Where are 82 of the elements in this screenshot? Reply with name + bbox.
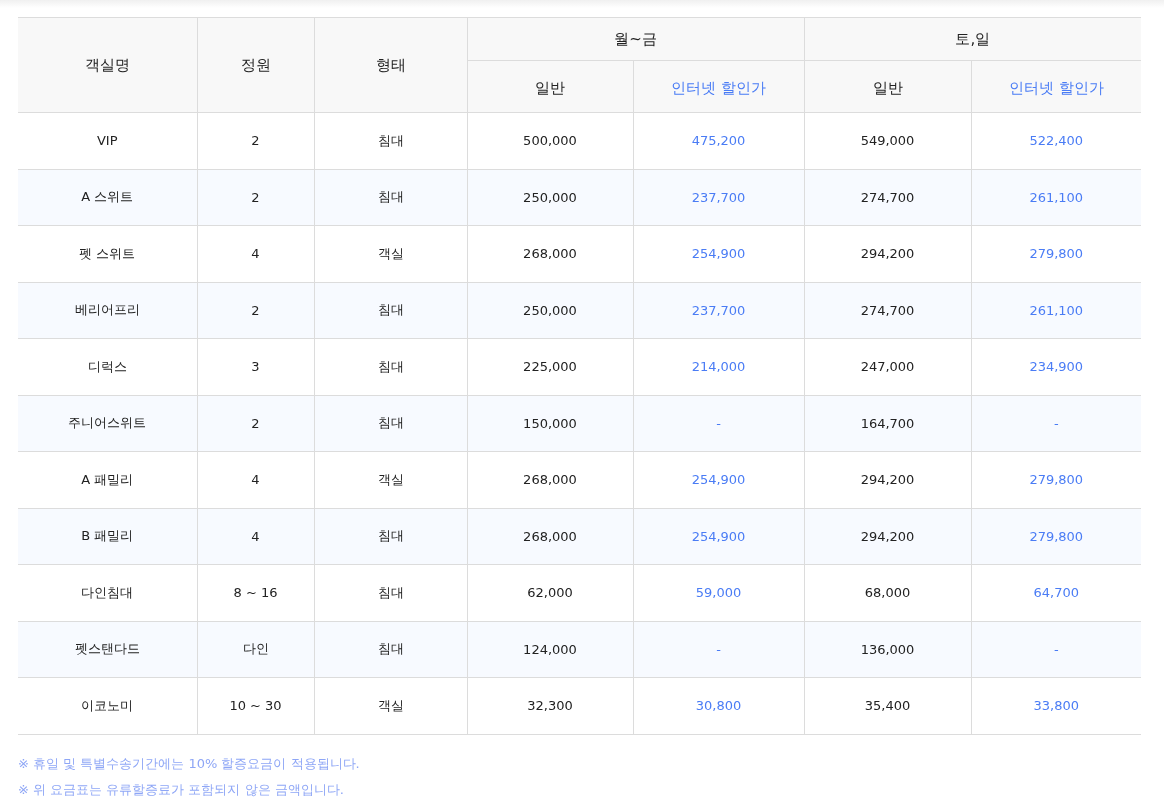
table-cell: 객실 [314,225,467,282]
table-cell: 펫스탠다드 [18,621,197,678]
table-cell: 객실 [314,451,467,508]
table-cell: 268,000 [467,451,633,508]
table-cell: 59,000 [633,564,804,621]
table-cell: 침대 [314,564,467,621]
note-text: ※ 위 요금표는 유류할증료가 포함되지 않은 금액입니다. [18,780,345,799]
table-cell: 침대 [314,621,467,678]
table-cell: 펫 스위트 [18,225,197,282]
table-cell: 주니어스위트 [18,395,197,452]
table-cell: 254,900 [633,451,804,508]
table-cell: VIP [18,112,197,169]
table-cell: 다인침대 [18,564,197,621]
column-header: 형태 [314,17,467,113]
table-cell: 4 [197,451,314,508]
table-cell: 225,000 [467,338,633,395]
table-cell: 침대 [314,112,467,169]
table-cell: 4 [197,508,314,565]
table-cell: 237,700 [633,169,804,226]
table-cell: 254,900 [633,225,804,282]
table-cell: 124,000 [467,621,633,678]
table-cell: 이코노미 [18,677,197,734]
table-cell: 268,000 [467,508,633,565]
table-cell: 247,000 [804,338,971,395]
table-cell: 침대 [314,395,467,452]
table-cell: 8 ~ 16 [197,564,314,621]
table-cell: 68,000 [804,564,971,621]
table-cell: 62,000 [467,564,633,621]
table-cell: 237,700 [633,282,804,339]
table-cell: 객실 [314,677,467,734]
table-cell: 136,000 [804,621,971,678]
table-cell: 35,400 [804,677,971,734]
table-cell: 10 ~ 30 [197,677,314,734]
table-cell: 250,000 [467,282,633,339]
table-cell: 261,100 [971,169,1141,226]
table-cell: 32,300 [467,677,633,734]
table-cell: 475,200 [633,112,804,169]
table-cell: 214,000 [633,338,804,395]
column-header: 일반 [804,60,971,113]
table-cell: 4 [197,225,314,282]
table-cell: 2 [197,169,314,226]
table-cell: 294,200 [804,451,971,508]
table-cell: A 패밀리 [18,451,197,508]
group-header: 토,일 [804,17,1141,61]
table-cell: 164,700 [804,395,971,452]
table-cell: 254,900 [633,508,804,565]
table-cell: 268,000 [467,225,633,282]
table-cell: - [971,395,1141,452]
table-cell: 베리어프리 [18,282,197,339]
table-cell: - [633,395,804,452]
note-text: ※ 휴일 및 특별수송기간에는 10% 할증요금이 적용됩니다. [18,754,361,773]
table-cell: 침대 [314,338,467,395]
table-cell: 500,000 [467,112,633,169]
table-cell: 549,000 [804,112,971,169]
table-cell: 261,100 [971,282,1141,339]
column-header: 객실명 [18,17,197,113]
table-cell: 150,000 [467,395,633,452]
table-cell: - [971,621,1141,678]
table-cell: 3 [197,338,314,395]
column-header: 일반 [467,60,633,113]
column-header: 인터넷 할인가 [633,60,804,113]
column-header: 인터넷 할인가 [971,60,1141,113]
table-cell: A 스위트 [18,169,197,226]
table-cell: 2 [197,112,314,169]
table-cell: 디럭스 [18,338,197,395]
table-cell: 294,200 [804,508,971,565]
table-cell: 침대 [314,508,467,565]
table-cell: 2 [197,395,314,452]
table-cell: 274,700 [804,282,971,339]
group-header: 월~금 [467,17,804,61]
column-header: 정원 [197,17,314,113]
table-cell: - [633,621,804,678]
table-cell: 2 [197,282,314,339]
table-cell: 침대 [314,169,467,226]
table-cell: 279,800 [971,508,1141,565]
table-cell: 침대 [314,282,467,339]
table-cell: 274,700 [804,169,971,226]
table-cell: 30,800 [633,677,804,734]
table-cell: B 패밀리 [18,508,197,565]
table-cell: 294,200 [804,225,971,282]
table-cell: 다인 [197,621,314,678]
table-cell: 250,000 [467,169,633,226]
